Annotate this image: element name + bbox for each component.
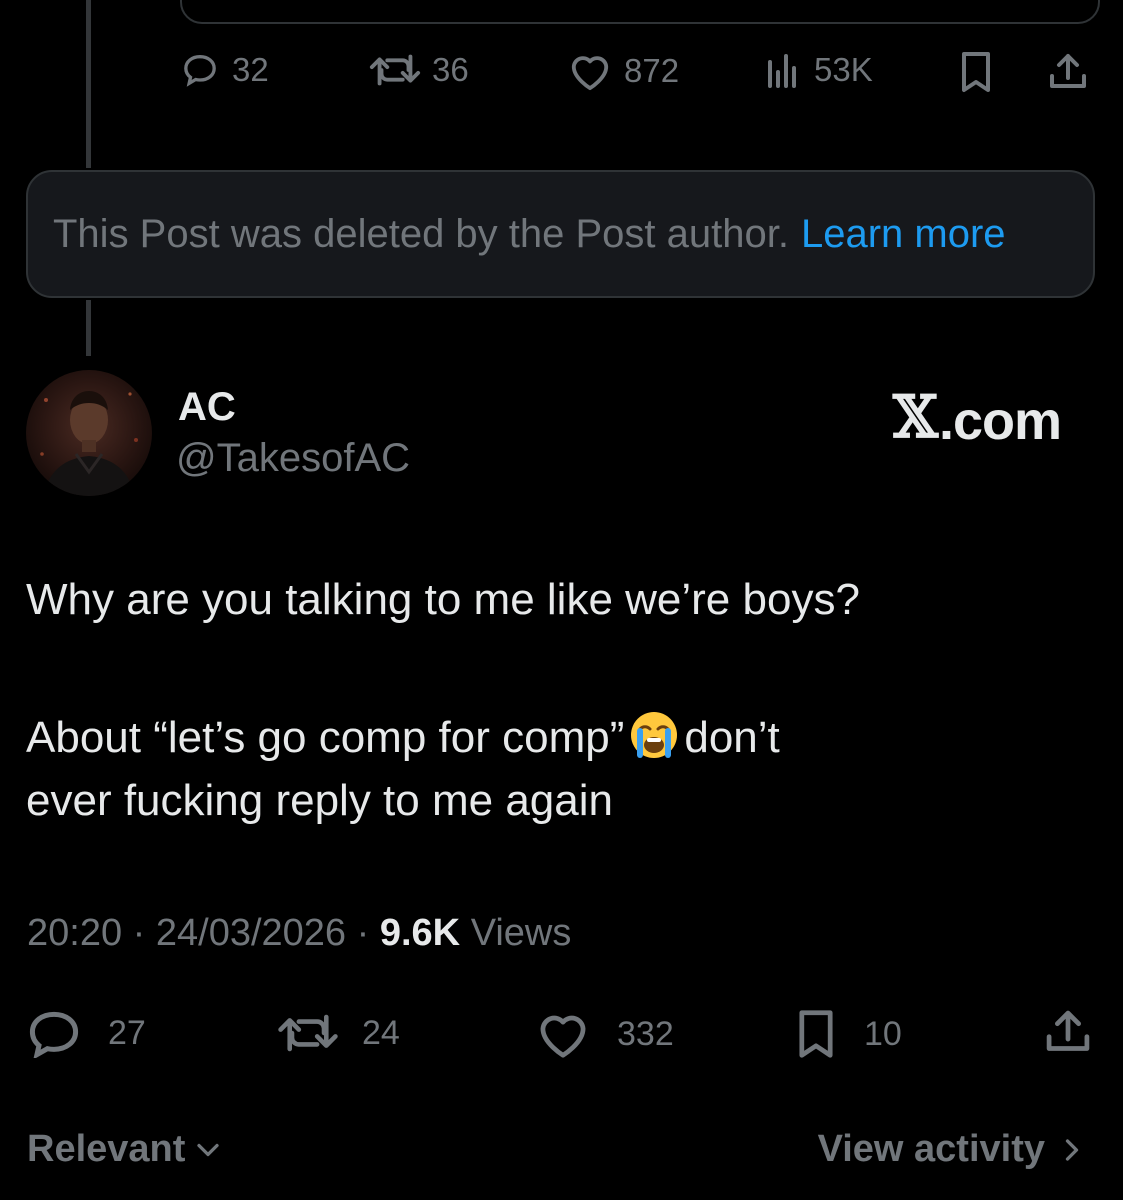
avatar[interactable]	[26, 370, 152, 496]
like-count: 872	[624, 52, 680, 89]
reply-button[interactable]: 27	[26, 1008, 146, 1058]
repost-button[interactable]: 36	[368, 50, 469, 90]
repost-count: 24	[362, 1013, 400, 1052]
reply-count: 27	[108, 1013, 146, 1052]
views-label: Views	[470, 912, 572, 954]
repost-button[interactable]: 24	[276, 1008, 400, 1058]
post-text-line-3: ever fucking reply to me again	[26, 776, 613, 825]
post-metadata: 20:20 · 24/03/2026 · 9.6K Views	[27, 912, 571, 955]
sort-label: Relevant	[27, 1128, 186, 1170]
post-text-segment: About “let’s go comp for comp”	[26, 713, 625, 763]
analytics-icon	[768, 54, 796, 88]
bookmark-button[interactable]: 10	[792, 1008, 902, 1060]
chevron-right-icon	[1065, 1138, 1079, 1161]
post-date[interactable]: 24/03/2026	[156, 912, 346, 954]
repost-icon	[369, 54, 421, 86]
share-icon	[1050, 54, 1086, 88]
heart-icon	[571, 56, 609, 91]
x-logo-icon: 𝕏	[893, 383, 938, 451]
quoted-post-card-edge	[180, 0, 1100, 24]
views-count: 53K	[814, 51, 873, 88]
loudly-crying-face-icon	[628, 709, 680, 772]
sort-replies-dropdown[interactable]: Relevant	[27, 1128, 225, 1171]
thread-connector-line	[86, 300, 91, 356]
thread-connector-line	[86, 0, 91, 168]
learn-more-link[interactable]: Learn more	[801, 212, 1006, 257]
reply-count: 32	[232, 51, 269, 88]
post-text-segment: don’t	[684, 713, 780, 763]
share-icon	[1046, 1010, 1090, 1051]
bookmark-button[interactable]	[956, 50, 996, 94]
brand-domain: .com	[939, 391, 1062, 451]
chevron-down-icon	[197, 1143, 220, 1156]
separator-dot: ·	[356, 912, 370, 954]
post-text-line-2: About “let’s go comp for comp” don’t	[26, 709, 780, 772]
views-button[interactable]: 53K	[764, 50, 873, 90]
avatar-image	[26, 370, 152, 496]
share-button[interactable]	[1046, 50, 1090, 94]
deleted-post-notice: This Post was deleted by the Post author…	[26, 170, 1095, 298]
reply-icon	[29, 1011, 79, 1058]
post-text-line-1: Why are you talking to me like we’re boy…	[26, 575, 860, 624]
repost-count: 36	[432, 51, 469, 88]
x-brand-logo: 𝕏 .com	[893, 383, 1062, 452]
like-count: 332	[617, 1014, 674, 1053]
reply-button[interactable]: 32	[178, 50, 269, 90]
post-time[interactable]: 20:20	[27, 912, 122, 954]
deleted-notice-text: This Post was deleted by the Post author…	[53, 211, 789, 256]
bookmark-count: 10	[864, 1014, 902, 1053]
reply-icon	[184, 54, 216, 87]
author-handle[interactable]: @TakesofAC	[176, 436, 410, 481]
views-count: 9.6K	[379, 912, 461, 954]
share-button[interactable]	[1042, 1006, 1094, 1058]
heart-icon	[540, 1015, 586, 1058]
view-activity-link[interactable]: View activity	[818, 1128, 1087, 1171]
author-name[interactable]: AC	[178, 385, 236, 430]
separator-dot: ·	[132, 912, 146, 954]
like-button[interactable]: 872	[566, 50, 679, 92]
bookmark-icon	[799, 1010, 833, 1058]
repost-icon	[278, 1014, 338, 1052]
like-button[interactable]: 332	[533, 1008, 674, 1060]
view-activity-label: View activity	[817, 1128, 1045, 1170]
bookmark-icon	[962, 52, 990, 92]
